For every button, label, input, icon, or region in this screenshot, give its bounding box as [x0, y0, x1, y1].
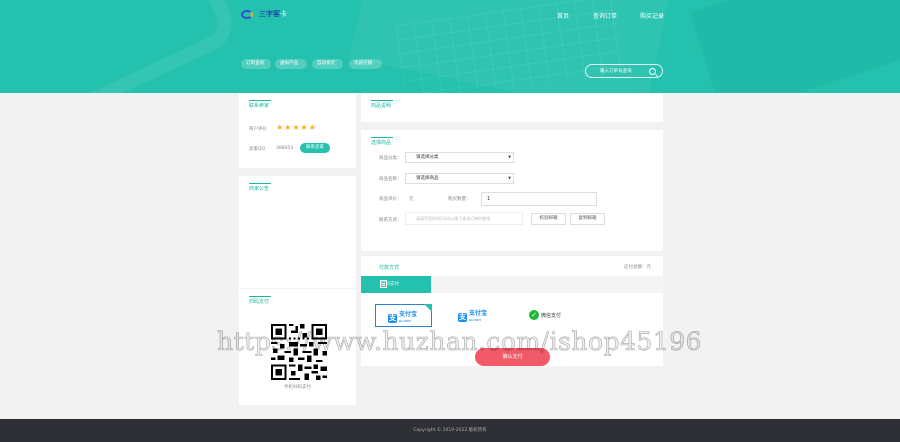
contact-label: 联系方式： [379, 218, 402, 223]
product-select-value: 请选择商品 [416, 176, 439, 181]
logo-subtext: 卡 [280, 10, 287, 18]
purchase-title: 选择商品 [371, 140, 392, 146]
rating-stars: ★ ★ ★ ★ ★ [276, 124, 316, 132]
section-accent [249, 296, 271, 297]
product-select[interactable]: 请选择商品 [405, 173, 514, 184]
alipay-icon: 支 [388, 313, 397, 323]
star-icon: ★ [292, 123, 300, 132]
total-price-label: 应付总额：元 [624, 265, 651, 270]
alipay-subtext: ALIPAY [399, 320, 412, 323]
purchase-form-card: 选择商品 商品分类： 请选择分类 商品名称： 请选择商品 商品单价： 元 购买数… [361, 130, 663, 251]
banner-decoration [0, 0, 242, 93]
category-select-value: 请选择分类 [416, 155, 439, 160]
header-banner: 三字客卡 首页 查询订单 购买记录 订单查询 虚拟产品 自动发货 优质店铺 [0, 0, 900, 93]
alipay-option[interactable]: 支 支付宝 ALIPAY [445, 304, 502, 327]
wechat-pay-option[interactable]: ✓ 微信支付 [515, 304, 575, 327]
price-label: 商品单价： [379, 197, 402, 202]
logo-text: 三字客 [259, 10, 280, 18]
goods-description-title: 商品说明 [371, 103, 392, 109]
alipay-icon: 支 [458, 312, 467, 322]
wechat-pay-text: 微信支付 [541, 312, 562, 319]
product-label: 商品名称： [379, 177, 402, 182]
site-logo[interactable]: 三字客卡 [240, 6, 287, 22]
star-icon: ★ [276, 123, 284, 132]
announcement-title: 商家公告 [249, 186, 270, 192]
contact-input[interactable]: 请填写您的QQ号码以便于查询订单时使用 [405, 212, 523, 225]
wechat-logo: ✓ 微信支付 [529, 310, 561, 320]
seller-qq-label: 卖家QQ [249, 147, 266, 152]
section-accent [249, 100, 271, 101]
payment-title: 付款方式 [379, 265, 400, 271]
tag-pill[interactable]: 虚拟产品 [275, 59, 307, 69]
tag-pill[interactable]: 优质店铺 [349, 59, 382, 69]
goods-description-card: 商品说明 [361, 93, 663, 122]
category-label: 商品分类： [379, 156, 402, 161]
alipay-text: 支付宝 [399, 311, 418, 318]
selected-corner-icon [424, 304, 432, 312]
section-accent [371, 100, 393, 101]
rating-label: 商户评价 [249, 127, 267, 132]
contact-seller-button[interactable]: 联系卖家 [300, 143, 330, 153]
copy-email-button[interactable]: 复制邮箱 [570, 213, 605, 225]
alipay-option-selected[interactable]: 支 支付宝 ALIPAY [375, 304, 432, 327]
logo-icon [240, 8, 256, 20]
alipay-text: 支付宝 [469, 310, 488, 317]
search-icon[interactable] [649, 68, 656, 75]
nav-home[interactable]: 首页 [557, 11, 569, 20]
star-icon: ★ [308, 123, 316, 132]
tab-scan-pay[interactable]: 扫码支付 [361, 276, 431, 293]
nav-purchase-history[interactable]: 购买记录 [640, 11, 664, 20]
seller-title: 联系卖家 [249, 103, 270, 109]
alipay-subtext: ALIPAY [469, 319, 482, 322]
alipay-logo: 支 支付宝 ALIPAY [458, 310, 487, 324]
qr-caption: 手机扫码支付 [284, 385, 311, 390]
tag-pill[interactable]: 订单查询 [241, 59, 271, 69]
wechat-check-icon: ✓ [529, 310, 539, 320]
order-search-box [585, 64, 663, 78]
section-accent [249, 183, 271, 184]
banner-decoration [689, 0, 900, 93]
scan-pay-title: 扫码支付 [249, 299, 270, 305]
nav-query-order[interactable]: 查询订单 [593, 11, 617, 20]
quantity-input[interactable]: 1 [481, 192, 597, 206]
star-icon: ★ [284, 123, 292, 132]
section-accent [371, 137, 393, 138]
quantity-label: 购买数量： [448, 197, 471, 202]
verify-email-button[interactable]: 校验邮箱 [531, 213, 566, 225]
price-value: 元 [409, 197, 414, 202]
alipay-logo: 支 支付宝 ALIPAY [388, 311, 417, 325]
seller-qq-value: 388954 [276, 146, 294, 151]
announcement-card: 商家公告 [239, 176, 356, 288]
category-select[interactable]: 请选择分类 [405, 152, 514, 163]
footer-copyright: Copyright © 2019-2022 版权所有 [0, 419, 900, 442]
watermark-text: https://www.huzhan.com/ishop45196 [217, 327, 703, 357]
order-search-input[interactable] [600, 68, 648, 74]
seller-card: 联系卖家 商户评价 ★ ★ ★ ★ ★ 卖家QQ 388954 联系卖家 [239, 93, 356, 168]
star-icon: ★ [300, 123, 308, 132]
tag-pill[interactable]: 自动发货 [312, 59, 343, 69]
scan-icon [380, 280, 387, 288]
